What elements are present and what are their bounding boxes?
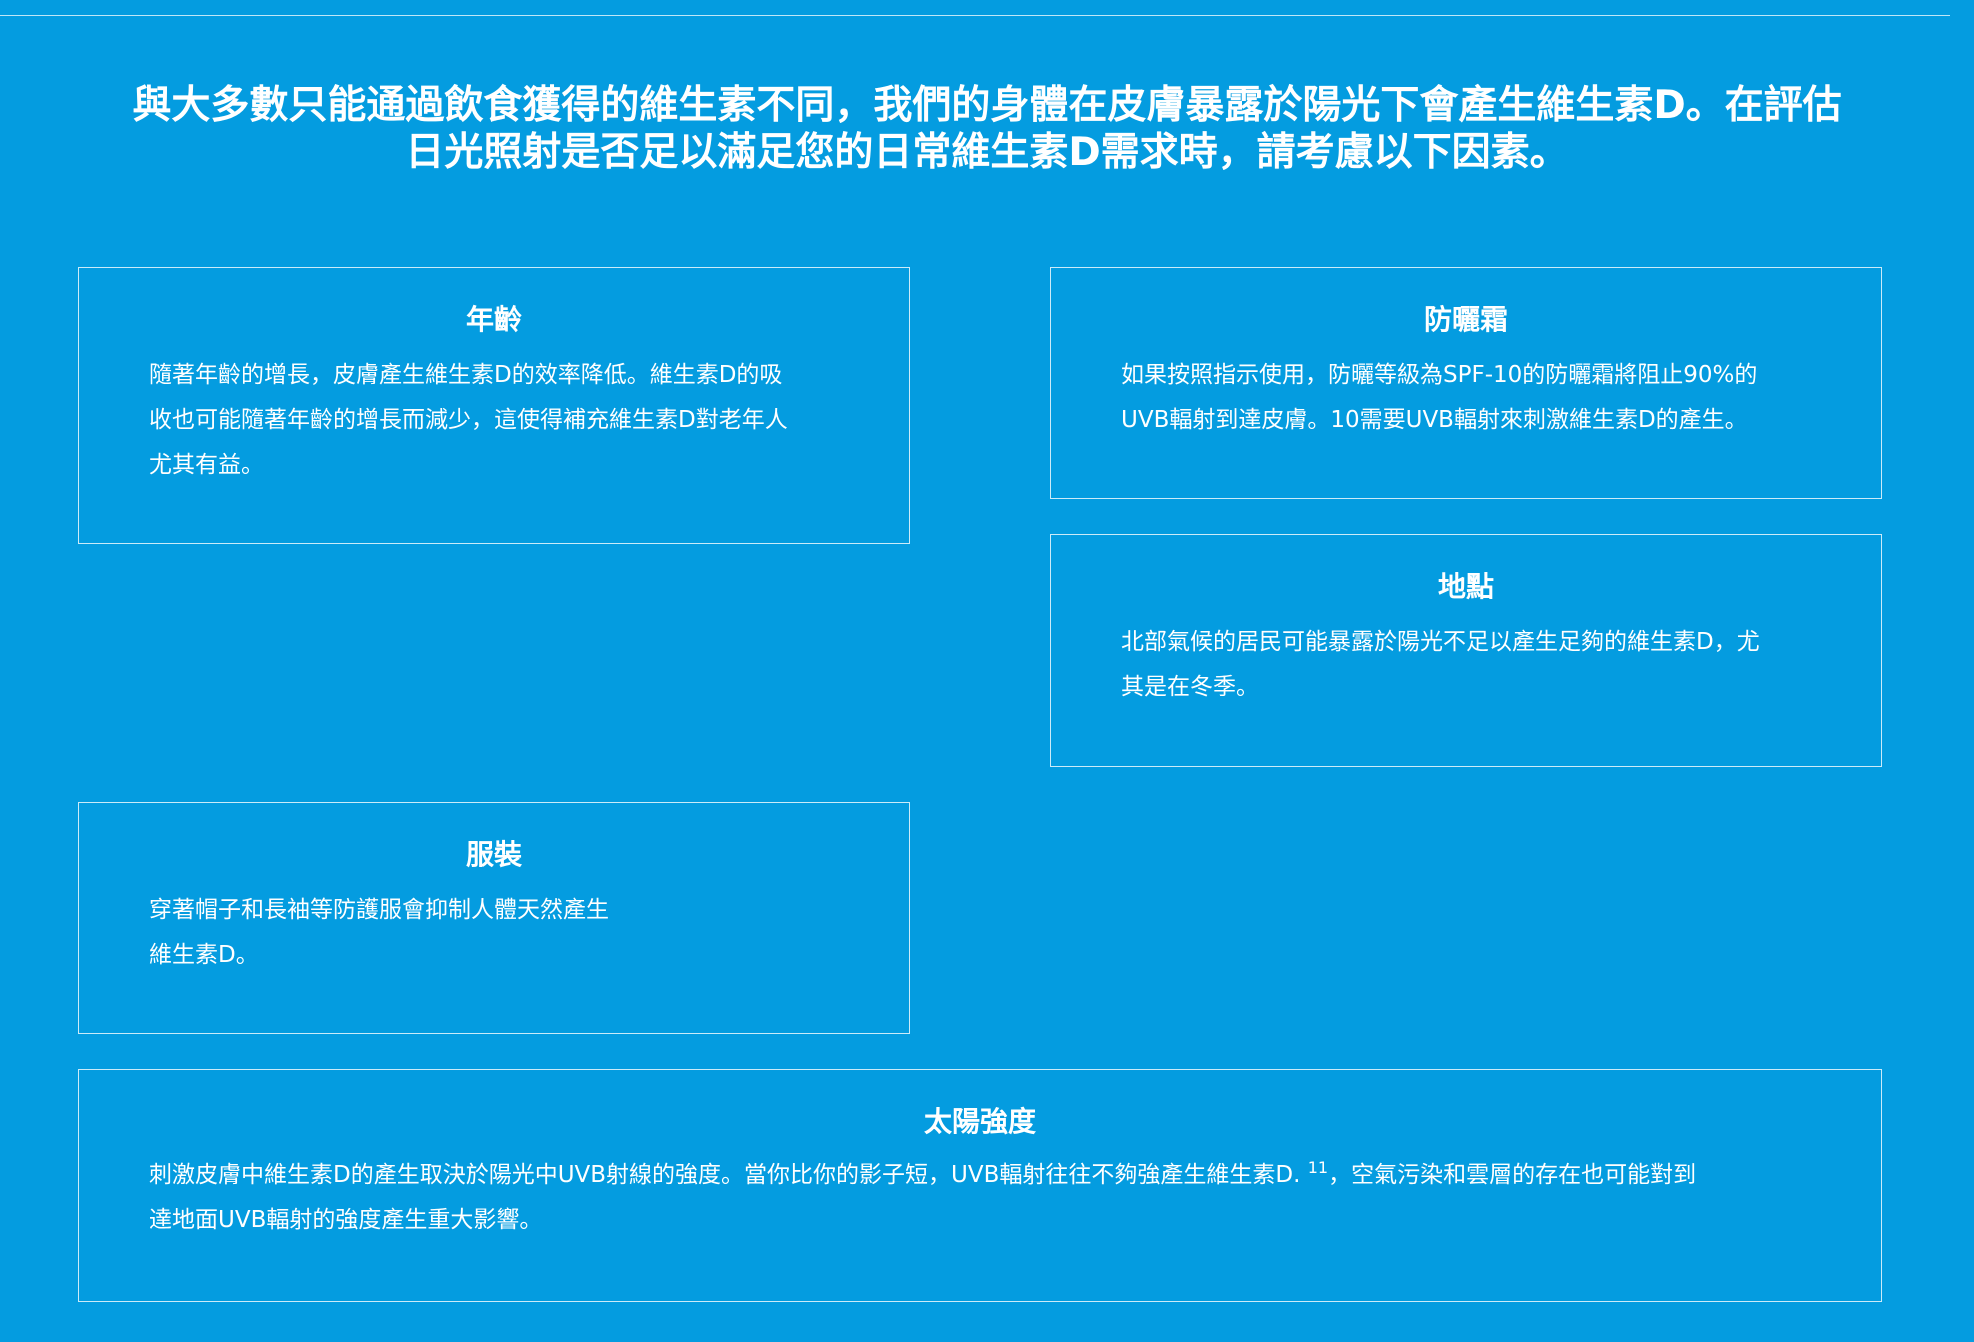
card-body: 刺激皮膚中維生素D的產生取決於陽光中UVB射線的強度。當你比你的影子短，UVB輻… — [149, 1153, 1811, 1243]
card-body-line: 達地面UVB輻射的強度產生重大影響。 — [149, 1207, 543, 1233]
card-body-line: UVB輻射到達皮膚。10需要UVB輻射來刺激維生素D的產生。 — [1121, 407, 1748, 433]
card-body-line: 刺激皮膚中維生素D的產生取決於陽光中UVB射線的強度。當你比你的影子短，UVB輻… — [149, 1162, 1301, 1188]
card-body: 如果按照指示使用，防曬等級為SPF-10的防曬霜將阻止90%的 UVB輻射到達皮… — [1121, 353, 1811, 443]
footnote-reference[interactable]: 11 — [1308, 1158, 1328, 1177]
card-title: 年齡 — [465, 303, 522, 336]
card-body-line: 穿著帽子和長袖等防護服會抑制人體天然產生 — [149, 897, 609, 923]
top-divider — [0, 15, 1950, 16]
card-body-line: 隨著年齡的增長，皮膚產生維生素D的效率降低。維生素D的吸 — [149, 362, 783, 388]
card-body-line: 其是在冬季。 — [1121, 674, 1259, 700]
card-title: 服裝 — [465, 838, 522, 871]
card-body-line: 維生素D。 — [149, 942, 259, 968]
card-title: 太陽強度 — [923, 1105, 1036, 1138]
card-body: 隨著年齡的增長，皮膚產生維生素D的效率降低。維生素D的吸 收也可能隨著年齡的增長… — [149, 353, 839, 488]
intro-heading: 與大多數只能通過飲食獲得的維生素不同，我們的身體在皮膚暴露於陽光下會產生維生素D… — [40, 82, 1934, 176]
intro-line-1: 與大多數只能通過飲食獲得的維生素不同，我們的身體在皮膚暴露於陽光下會產生維生素D… — [132, 83, 1842, 128]
card-title: 地點 — [1437, 570, 1494, 603]
card-body-line: 北部氣候的居民可能暴露於陽光不足以產生足夠的維生素D，尤 — [1121, 629, 1760, 655]
factor-card-age: 年齡 隨著年齡的增長，皮膚產生維生素D的效率降低。維生素D的吸 收也可能隨著年齡… — [78, 267, 910, 544]
intro-line-2: 日光照射是否足以滿足您的日常維生素D需求時，請考慮以下因素。 — [405, 130, 1569, 175]
card-body-line: 尤其有益。 — [149, 452, 264, 478]
factor-card-sun-intensity: 太陽強度 刺激皮膚中維生素D的產生取決於陽光中UVB射線的強度。當你比你的影子短… — [78, 1069, 1882, 1302]
card-body: 北部氣候的居民可能暴露於陽光不足以產生足夠的維生素D，尤 其是在冬季。 — [1121, 620, 1811, 710]
card-body-line: ，空氣污染和雲層的存在也可能對到 — [1328, 1162, 1697, 1188]
card-body-line: 收也可能隨著年齡的增長而減少，這使得補充維生素D對老年人 — [149, 407, 788, 433]
factor-card-sunscreen: 防曬霜 如果按照指示使用，防曬等級為SPF-10的防曬霜將阻止90%的 UVB輻… — [1050, 267, 1882, 499]
card-body-line: 如果按照指示使用，防曬等級為SPF-10的防曬霜將阻止90%的 — [1121, 362, 1758, 388]
factor-card-clothing: 服裝 穿著帽子和長袖等防護服會抑制人體天然產生 維生素D。 — [78, 802, 910, 1034]
card-body: 穿著帽子和長袖等防護服會抑制人體天然產生 維生素D。 — [149, 888, 839, 978]
factor-card-location: 地點 北部氣候的居民可能暴露於陽光不足以產生足夠的維生素D，尤 其是在冬季。 — [1050, 534, 1882, 767]
card-title: 防曬霜 — [1423, 303, 1508, 336]
